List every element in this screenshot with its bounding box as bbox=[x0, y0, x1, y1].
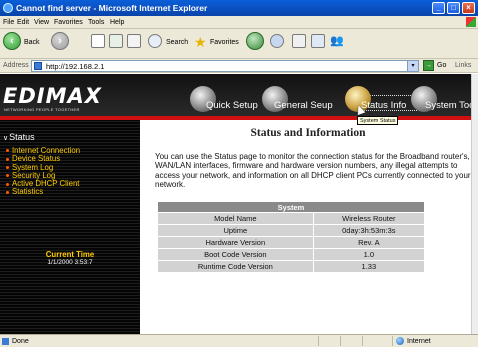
window-titlebar: Cannot find server - Microsoft Internet … bbox=[0, 0, 478, 16]
back-button-label[interactable]: Back bbox=[24, 39, 40, 46]
menu-favorites[interactable]: Favorites bbox=[54, 19, 83, 26]
minimize-button[interactable]: _ bbox=[432, 2, 445, 14]
nav-quick-setup-label[interactable]: Quick Setup bbox=[206, 100, 258, 111]
menu-file[interactable]: File bbox=[3, 19, 14, 26]
bullet-icon bbox=[6, 157, 9, 161]
page-done-icon bbox=[2, 338, 9, 345]
security-zone-label: Internet bbox=[407, 338, 431, 345]
search-button-label[interactable]: Search bbox=[166, 39, 188, 46]
row-name: Runtime Code Version bbox=[157, 260, 314, 273]
edit-icon[interactable] bbox=[311, 34, 325, 48]
status-text: Done bbox=[12, 338, 29, 345]
sidebar-item-label[interactable]: Statistics bbox=[12, 187, 43, 196]
system-info-table: System Model Name Wireless Router Uptime… bbox=[157, 201, 426, 273]
chevron-down-icon: ∨ bbox=[3, 135, 9, 142]
sidebar-title-label: Status bbox=[9, 132, 35, 142]
sidebar-item-statistics[interactable]: Statistics bbox=[6, 188, 80, 196]
search-icon[interactable] bbox=[148, 34, 162, 48]
menu-help[interactable]: Help bbox=[110, 19, 124, 26]
maximize-button[interactable]: □ bbox=[447, 2, 460, 14]
menu-tools[interactable]: Tools bbox=[88, 19, 104, 26]
favorites-button-label[interactable]: Favorites bbox=[210, 39, 239, 46]
row-value: Wireless Router bbox=[312, 212, 426, 225]
print-icon[interactable] bbox=[292, 34, 306, 48]
current-time-value: 1/1/2000 3:53:7 bbox=[47, 259, 93, 266]
status-divider bbox=[318, 336, 319, 346]
nav-tooltip: System Status bbox=[357, 116, 399, 125]
mail-icon[interactable] bbox=[270, 34, 284, 48]
vertical-scrollbar[interactable] bbox=[471, 74, 478, 334]
sidebar-title: ∨Status bbox=[3, 132, 35, 142]
messenger-icon[interactable]: 👥 bbox=[330, 34, 344, 48]
home-icon[interactable] bbox=[127, 34, 141, 48]
window-title: Cannot find server - Microsoft Internet … bbox=[16, 3, 208, 13]
refresh-icon[interactable] bbox=[109, 34, 123, 48]
go-button[interactable]: Go bbox=[437, 62, 446, 69]
status-divider bbox=[340, 336, 341, 346]
table-row: Boot Code Version 1.0 bbox=[157, 248, 426, 261]
close-button[interactable]: × bbox=[462, 2, 475, 14]
address-label: Address bbox=[3, 62, 29, 69]
favorites-star-icon[interactable]: ★ bbox=[194, 34, 207, 51]
edimax-logo: EDIMAX bbox=[3, 84, 102, 108]
go-arrow-icon[interactable]: → bbox=[423, 60, 434, 71]
address-dropdown-icon[interactable]: ▾ bbox=[407, 61, 418, 71]
table-row: Hardware Version Rev. A bbox=[157, 236, 426, 249]
internet-zone-icon bbox=[396, 337, 404, 345]
address-input[interactable]: http://192.168.2.1 ▾ bbox=[31, 60, 419, 72]
toolbar: ‹ Back › Search ★ Favorites 👥 bbox=[0, 29, 478, 59]
page-description: You can use the Status page to monitor t… bbox=[155, 152, 471, 189]
table-row: Runtime Code Version 1.33 bbox=[157, 260, 426, 273]
address-url[interactable]: http://192.168.2.1 bbox=[46, 62, 104, 71]
status-divider bbox=[392, 336, 393, 346]
menu-view[interactable]: View bbox=[34, 19, 49, 26]
page-title: Status and Information bbox=[250, 127, 366, 139]
main-content: Status and Information You can use the S… bbox=[140, 120, 478, 334]
status-bar: Done Internet bbox=[0, 334, 478, 347]
row-value: 1.0 bbox=[312, 248, 426, 261]
history-icon[interactable] bbox=[246, 32, 264, 50]
logo-tagline: NETWORKING PEOPLE TOGETHER bbox=[4, 107, 80, 112]
links-button[interactable]: Links bbox=[455, 62, 471, 69]
row-name: Hardware Version bbox=[157, 236, 314, 249]
back-arrow-icon[interactable]: ‹ bbox=[3, 32, 21, 50]
table-header: System bbox=[157, 201, 425, 213]
sidebar-menu: Internet Connection Device Status System… bbox=[6, 146, 80, 197]
status-sidebar: ∨Status Internet Connection Device Statu… bbox=[0, 120, 140, 334]
address-bar: Address http://192.168.2.1 ▾ → Go Links bbox=[0, 59, 478, 73]
forward-arrow-icon[interactable]: › bbox=[51, 32, 69, 50]
windows-logo-icon bbox=[466, 17, 476, 27]
bullet-icon bbox=[6, 182, 9, 186]
stop-icon[interactable] bbox=[91, 34, 105, 48]
current-time-label: Current Time bbox=[45, 250, 95, 259]
nav-general-setup-label[interactable]: General Seup bbox=[274, 100, 333, 111]
bullet-icon bbox=[6, 190, 9, 194]
row-name: Boot Code Version bbox=[157, 248, 314, 261]
nav-status-info-label[interactable]: Status Info bbox=[361, 100, 406, 111]
status-divider bbox=[362, 336, 363, 346]
table-row: Model Name Wireless Router bbox=[157, 212, 426, 225]
row-value: 1.33 bbox=[312, 260, 426, 273]
bullet-icon bbox=[6, 149, 9, 153]
row-value: 0day:3h:53m:3s bbox=[312, 224, 426, 237]
ie-icon bbox=[3, 3, 13, 13]
bullet-icon bbox=[6, 174, 9, 178]
router-banner: EDIMAX NETWORKING PEOPLE TOGETHER Quick … bbox=[0, 74, 478, 116]
menu-edit[interactable]: Edit bbox=[17, 19, 29, 26]
row-name: Uptime bbox=[157, 224, 314, 237]
menu-bar: File Edit View Favorites Tools Help bbox=[0, 16, 478, 29]
page-icon bbox=[34, 62, 42, 70]
nav-system-tool-label[interactable]: System Tool bbox=[425, 100, 477, 111]
bullet-icon bbox=[6, 166, 9, 170]
row-value: Rev. A bbox=[312, 236, 426, 249]
row-name: Model Name bbox=[157, 212, 314, 225]
table-row: Uptime 0day:3h:53m:3s bbox=[157, 224, 426, 237]
